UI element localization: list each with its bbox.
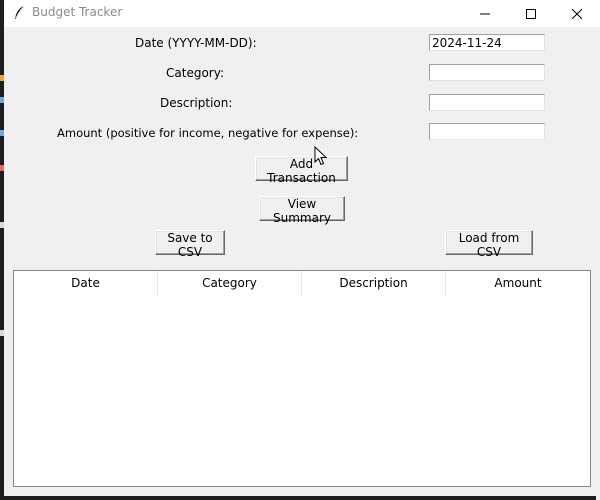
column-header-category[interactable]: Category xyxy=(158,271,302,295)
amount-label: Amount (positive for income, negative fo… xyxy=(57,126,359,140)
window-bottom-edge xyxy=(0,496,596,500)
feather-icon xyxy=(12,5,28,21)
minimize-icon xyxy=(480,4,490,23)
date-field[interactable] xyxy=(429,34,545,51)
transactions-table[interactable]: Date Category Description Amount xyxy=(13,270,591,487)
date-label: Date (YYYY-MM-DD): xyxy=(135,36,257,50)
column-header-amount[interactable]: Amount xyxy=(446,271,590,295)
description-field[interactable] xyxy=(429,94,545,111)
title-bar[interactable]: Budget Tracker xyxy=(4,0,600,27)
minimize-button[interactable] xyxy=(462,0,508,27)
maximize-icon xyxy=(526,4,536,23)
category-field[interactable] xyxy=(429,64,545,81)
table-header: Date Category Description Amount xyxy=(14,271,590,295)
maximize-button[interactable] xyxy=(508,0,554,27)
category-label: Category: xyxy=(166,66,224,80)
window-title: Budget Tracker xyxy=(32,5,123,19)
mouse-cursor-icon xyxy=(314,145,328,166)
budget-tracker-window: Budget Tracker Date (YYYY-MM-DD): Catego… xyxy=(4,0,600,500)
table-body[interactable] xyxy=(14,295,590,486)
close-button[interactable] xyxy=(554,0,600,27)
amount-field[interactable] xyxy=(429,123,545,140)
add-transaction-button[interactable]: Add Transaction xyxy=(255,156,348,185)
load-from-csv-button[interactable]: Load from CSV xyxy=(445,230,533,259)
description-label: Description: xyxy=(160,96,233,110)
view-summary-button[interactable]: View Summary xyxy=(259,196,345,225)
close-icon xyxy=(571,4,583,23)
save-to-csv-button[interactable]: Save to CSV xyxy=(155,230,225,259)
column-header-description[interactable]: Description xyxy=(302,271,446,295)
column-header-date[interactable]: Date xyxy=(14,271,158,295)
